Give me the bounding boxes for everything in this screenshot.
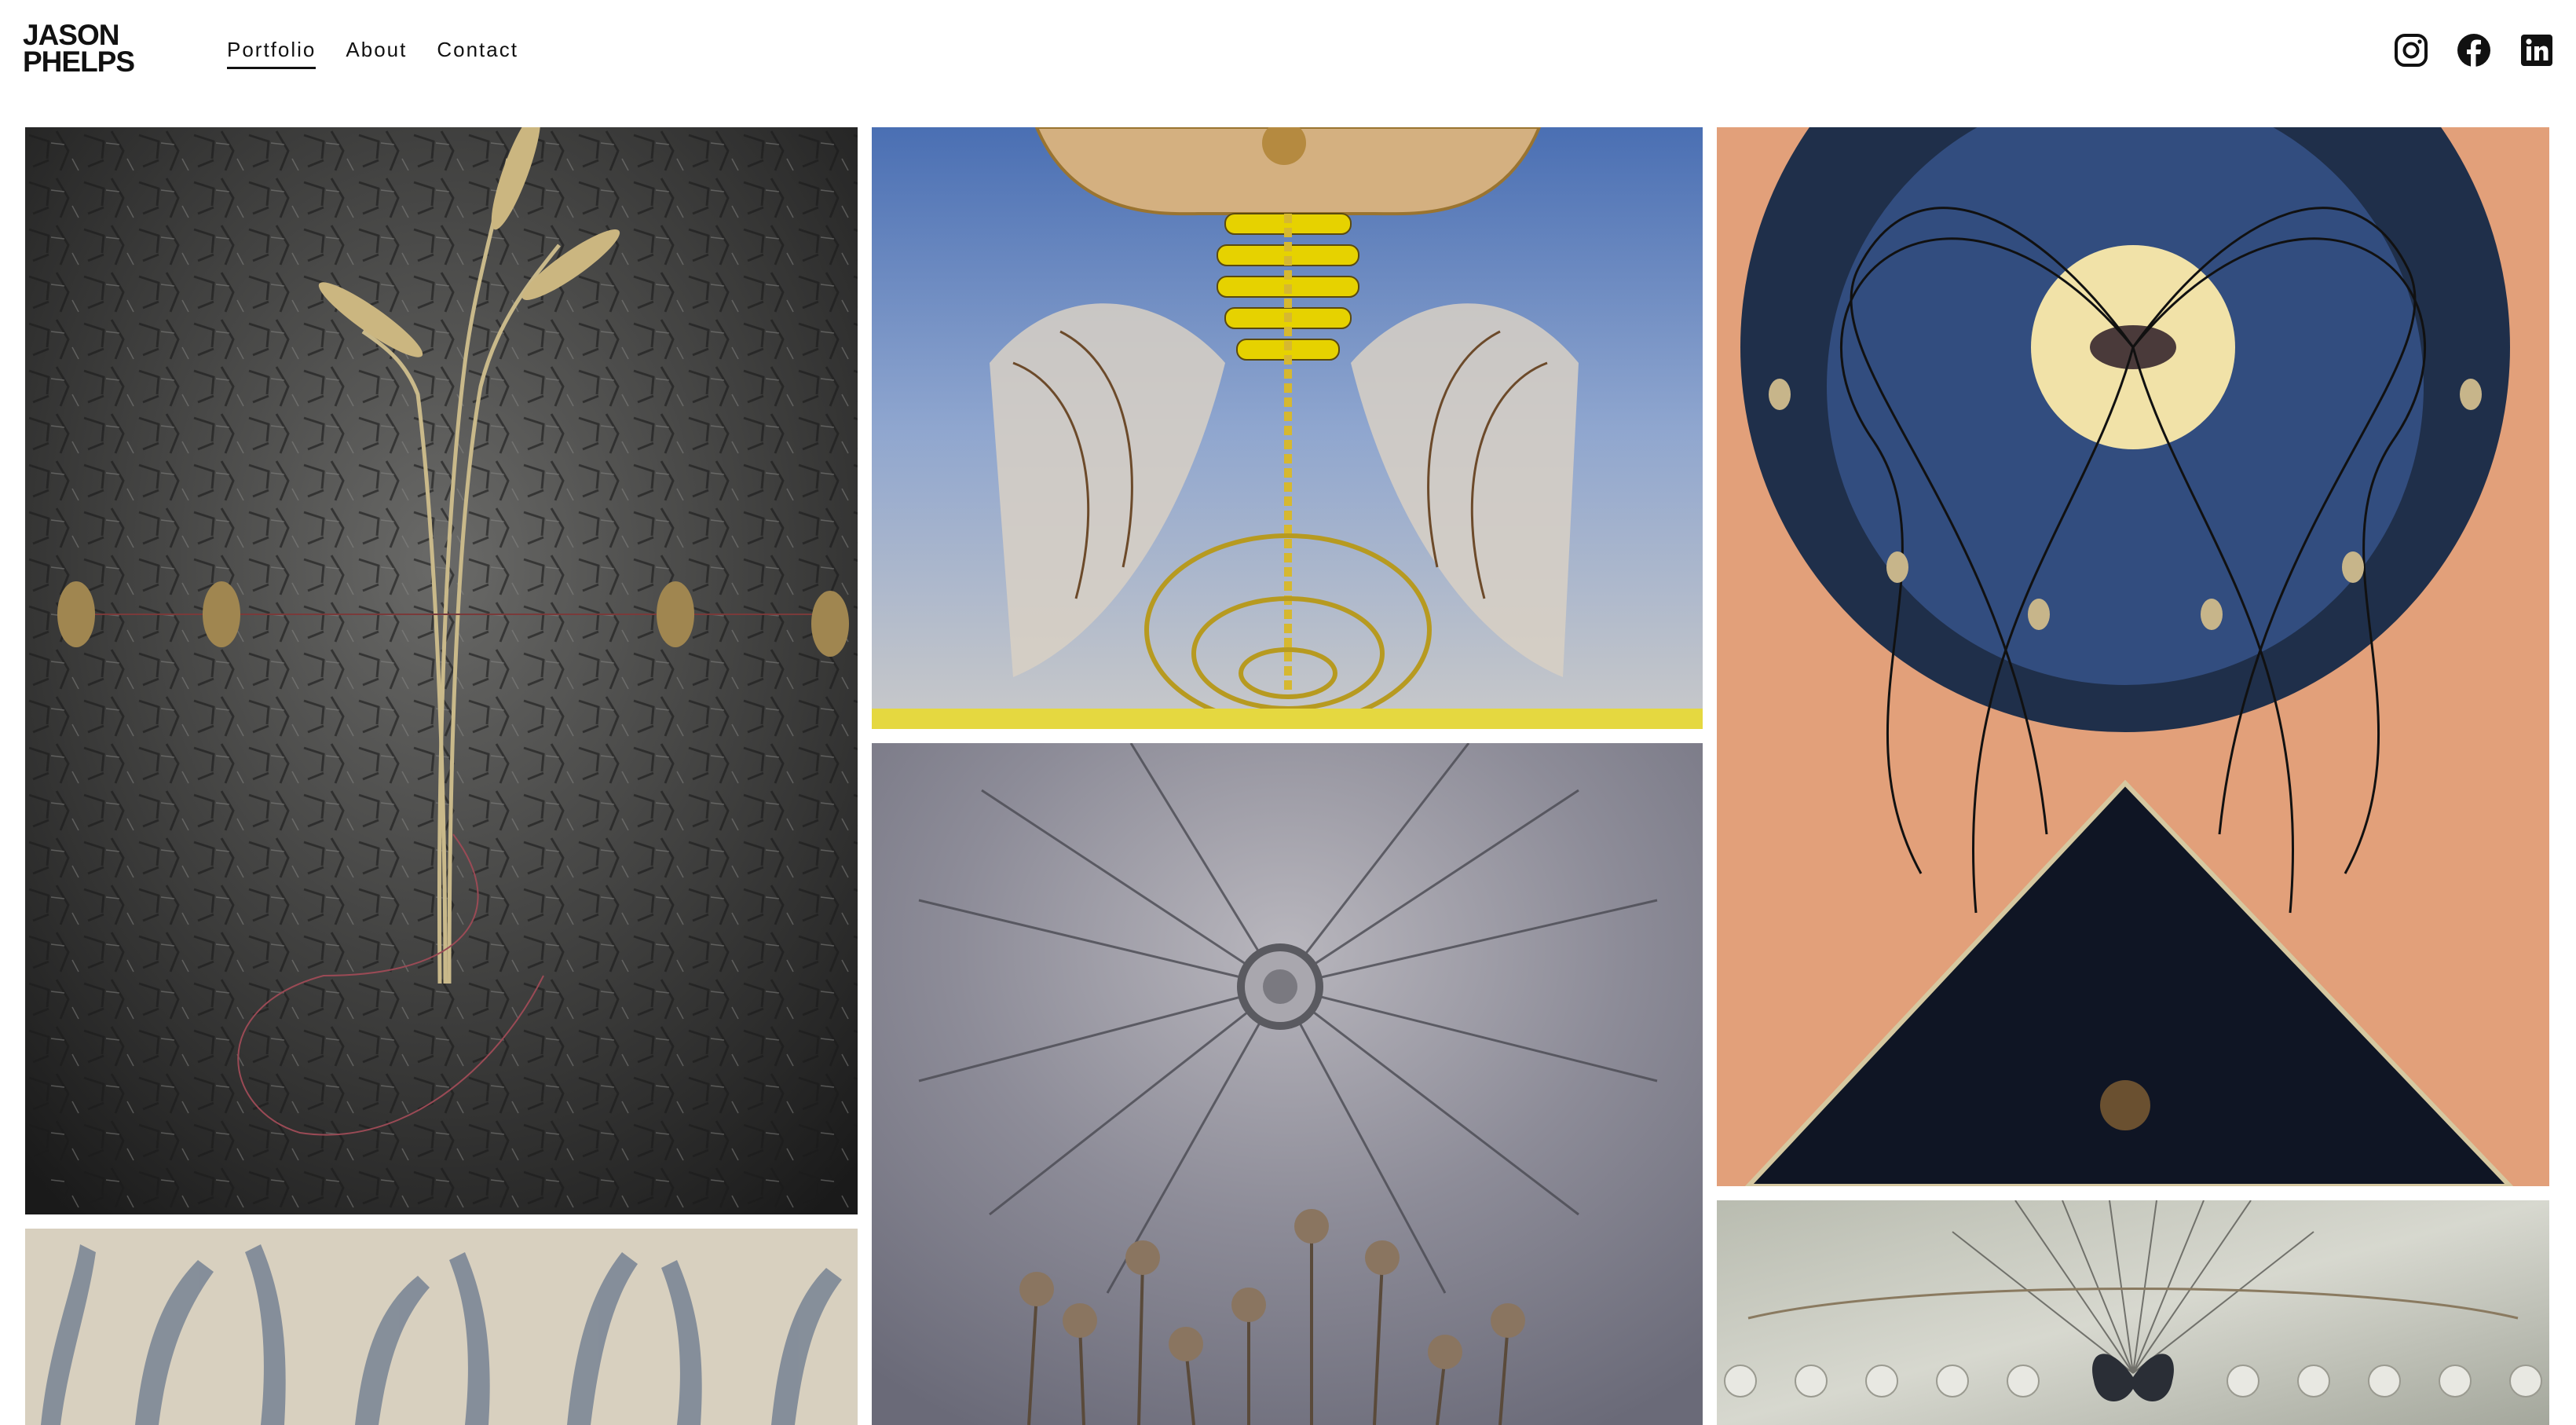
- nav-about[interactable]: About: [346, 38, 407, 69]
- artwork-silver-butterfly[interactable]: [1717, 1200, 2549, 1425]
- main-nav: Portfolio About Contact: [227, 38, 518, 69]
- artwork-grey-wheat-texture[interactable]: [25, 1229, 858, 1425]
- social-links: [2394, 33, 2554, 68]
- artwork-radiating-dried-flowers[interactable]: [872, 743, 1703, 1425]
- site-header: JASON PHELPS Portfolio About Contact: [0, 0, 2576, 118]
- nav-portfolio[interactable]: Portfolio: [227, 38, 317, 69]
- artwork-wheat-cracked-black[interactable]: [25, 127, 858, 1214]
- facebook-icon[interactable]: [2457, 33, 2491, 68]
- artwork-ribcage-flames[interactable]: [872, 127, 1703, 729]
- linkedin-icon[interactable]: [2519, 33, 2554, 68]
- instagram-icon[interactable]: [2394, 33, 2428, 68]
- site-logo[interactable]: JASON PHELPS: [23, 19, 135, 78]
- artwork-blue-moon-pyramid[interactable]: [1717, 127, 2549, 1186]
- nav-contact[interactable]: Contact: [437, 38, 518, 69]
- logo-line-2: PHELPS: [23, 46, 135, 78]
- logo-line-1: JASON: [23, 19, 119, 51]
